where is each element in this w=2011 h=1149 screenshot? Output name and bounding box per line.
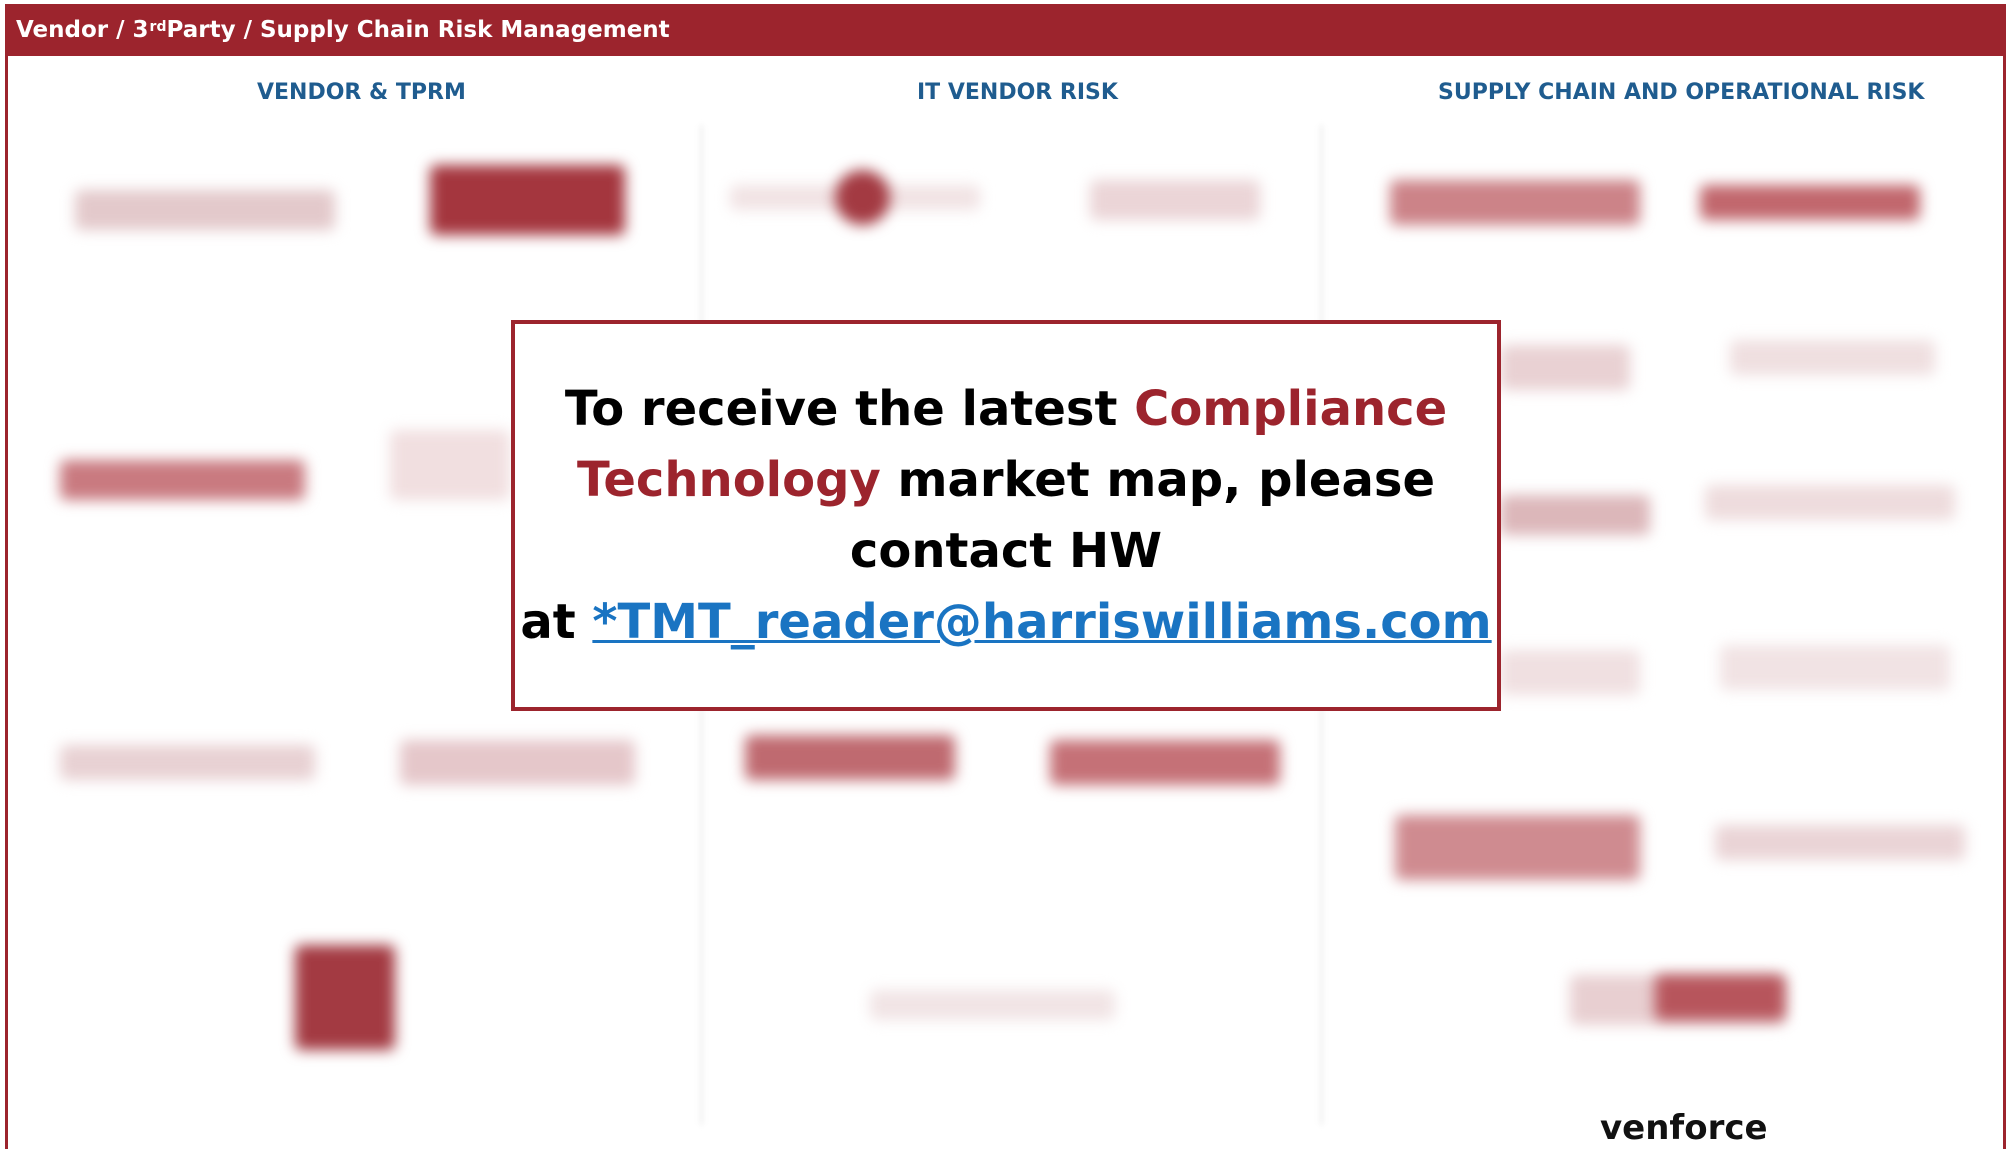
header-title-superscript: rd <box>149 19 167 35</box>
blurred-logo <box>1050 740 1280 785</box>
header-title-suffix: Party / Supply Chain Risk Management <box>166 17 670 43</box>
blurred-logo <box>1500 345 1630 390</box>
blurred-logo <box>1720 645 1950 690</box>
message-text: market map, please <box>880 451 1435 508</box>
blurred-logo <box>1500 495 1650 535</box>
contact-message: To receive the latest Compliance Technol… <box>520 374 1491 658</box>
blurred-logo <box>1395 815 1640 880</box>
message-text: at <box>520 593 593 650</box>
blurred-logo <box>1705 485 1955 520</box>
message-highlight: Compliance <box>1134 380 1448 437</box>
page-header: Vendor / 3rd Party / Supply Chain Risk M… <box>5 4 2006 56</box>
column-title-it-vendor-risk: IT VENDOR RISK <box>917 80 1118 105</box>
blurred-logo <box>1390 180 1640 225</box>
blurred-logo <box>1715 825 1965 860</box>
column-title-vendor-tprm: VENDOR & TPRM <box>257 80 466 105</box>
blurred-logo <box>390 430 510 500</box>
message-text: To receive the latest <box>564 380 1135 437</box>
blurred-logo <box>1655 975 1785 1020</box>
partial-logo-text: venforce <box>1600 1108 1768 1148</box>
blurred-logo <box>1500 650 1640 695</box>
contact-email-link[interactable]: *TMT_reader@harriswilliams.com <box>592 594 1491 650</box>
blurred-logo <box>60 745 315 780</box>
blurred-logo <box>870 990 1115 1020</box>
blurred-logo <box>400 740 635 785</box>
blurred-logo <box>430 165 625 235</box>
blurred-logo <box>835 170 890 225</box>
header-title-prefix: Vendor / 3 <box>16 17 149 43</box>
column-title-supply-chain: SUPPLY CHAIN AND OPERATIONAL RISK <box>1438 80 1925 105</box>
blurred-logo <box>745 735 955 780</box>
blurred-logo <box>1090 180 1260 220</box>
blurred-logo <box>295 945 395 1050</box>
message-highlight: Technology <box>576 451 881 508</box>
blurred-logo <box>75 190 335 230</box>
blurred-logo <box>1730 340 1935 375</box>
blurred-logo <box>60 460 305 500</box>
contact-modal: To receive the latest Compliance Technol… <box>511 320 1501 711</box>
blurred-logo <box>1700 185 1920 220</box>
message-text: contact HW <box>849 522 1163 579</box>
